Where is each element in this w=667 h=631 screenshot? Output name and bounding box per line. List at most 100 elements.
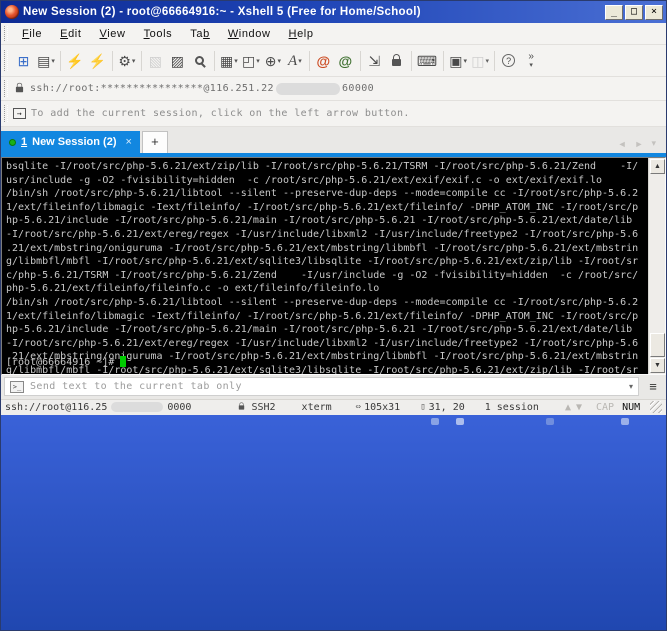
tab-scroll-left-icon: ◄: [617, 138, 627, 149]
toolbar-separator: [308, 50, 310, 71]
terminal-line: hp-5.6.21/include -I/root/src/php-5.6.21…: [6, 324, 633, 336]
tab-scroll-right-icon: ►: [634, 138, 644, 149]
scroll-up-icon[interactable]: ▲: [650, 159, 665, 174]
status-cursor-position: ▯ 31, 20: [420, 402, 465, 413]
menu-item-window[interactable]: Window: [219, 26, 280, 42]
chevron-down-icon: ▾: [256, 57, 260, 65]
chevron-down-icon: ▾: [485, 57, 489, 65]
fullscreen-button[interactable]: ⇲: [364, 49, 386, 73]
chevron-down-icon: ▾: [51, 57, 55, 65]
menu-item-accelerator: b: [203, 27, 210, 40]
tab-navigation: ◄ ► ▾: [618, 138, 666, 153]
terminal-line: /bin/sh /root/src/php-5.6.21/libtool --s…: [6, 296, 639, 308]
tab-new-session[interactable]: 1 New Session (2) ×: [1, 131, 140, 153]
minimize-button[interactable]: _: [605, 4, 623, 20]
taskbar-icon: [621, 417, 629, 425]
open-session-button[interactable]: ▤ ▾: [35, 49, 57, 73]
terminal-line: g/libmbfl/mbfl -I/root/src/php-5.6.21/ex…: [6, 256, 639, 268]
menu-item-tools[interactable]: Tools: [135, 26, 182, 42]
toolbar-separator: [111, 50, 113, 71]
tab-label: New Session (2): [32, 136, 117, 148]
chevron-down-icon: ▾: [529, 61, 533, 69]
toolbar-separator: [60, 50, 61, 71]
close-button[interactable]: ×: [645, 4, 663, 20]
compose-menu-icon[interactable]: ≡: [643, 379, 663, 394]
toolbar-button-icon: ▧: [148, 52, 162, 69]
xshell-logo-icon[interactable]: [5, 5, 19, 19]
help-button[interactable]: ?: [498, 49, 520, 73]
tab-row: 1 New Session (2) × +: [1, 131, 618, 153]
arrow-up-icon: ▲: [564, 401, 571, 413]
toolbar-button-icon: @: [338, 52, 353, 69]
print-button[interactable]: ▦ ▾: [218, 49, 240, 73]
menu-item-edit[interactable]: Edit: [51, 26, 90, 42]
toolbar-separator: [443, 50, 445, 71]
toolbar-button-icon: ▨: [170, 52, 184, 69]
toolbar-button-icon: [391, 54, 401, 66]
menu-item-label: indow: [238, 27, 271, 40]
font-button[interactable]: A ▾: [284, 49, 306, 73]
terminal-line: -I/root/src/php-5.6.21/ext/ereg/regex -I…: [6, 228, 639, 240]
status-bar: ssh://root@116.25 0000 SSH2 xterm ⇔ 105x…: [1, 398, 666, 415]
address-bar[interactable]: ssh://root:****************@116.251.22 6…: [1, 77, 666, 101]
chevron-down-icon: ▾: [234, 57, 238, 65]
menu-item-accelerator: W: [227, 27, 239, 40]
scrollbar-thumb[interactable]: [650, 332, 665, 357]
toolbar-grip: [4, 49, 8, 72]
session-url-prefix: ssh://root:****************@116.251.22: [30, 83, 274, 94]
terminal-scrollbar[interactable]: ▲ ▼: [648, 158, 665, 374]
menu-item-file[interactable]: File: [13, 26, 51, 42]
terminal-line: 1/ext/fileinfo/libmagic -Iext/fileinfo/ …: [6, 310, 639, 322]
xftp-button[interactable]: @: [335, 49, 357, 73]
virtual-keyboard-button[interactable]: ⌨: [415, 49, 440, 73]
toolbar-button-icon: @: [316, 52, 331, 69]
window-resize-grip[interactable]: [650, 401, 662, 413]
menu-item-help[interactable]: Help: [280, 26, 323, 42]
toolbar-button-icon: ⇲: [368, 52, 381, 69]
maximize-button[interactable]: □: [625, 4, 643, 20]
compose-input[interactable]: >_ Send text to the current tab only ▾: [4, 377, 639, 396]
arrow-down-icon: ▼: [575, 401, 582, 413]
new-tab-button[interactable]: +: [141, 131, 168, 153]
lock-icon: [15, 82, 24, 93]
find-button[interactable]: [189, 49, 211, 73]
scroll-down-icon[interactable]: ▼: [650, 357, 665, 373]
menu-item-tab[interactable]: Tab: [181, 26, 219, 42]
terminal-screen[interactable]: bsqlite -I/root/src/php-5.6.21/ext/zip/l…: [2, 158, 648, 374]
caps-lock-indicator: CAP: [596, 401, 615, 413]
menu-item-accelerator: E: [60, 27, 69, 40]
toolbar-grip: [4, 80, 8, 97]
new-session-button[interactable]: ⊞: [13, 49, 35, 73]
status-url-port: 0000: [167, 401, 192, 413]
session-properties-button[interactable]: ⚙ ▾: [116, 49, 138, 73]
compose-placeholder: Send text to the current tab only: [30, 381, 242, 392]
toolbar-overflow-button[interactable]: » ▾: [520, 49, 542, 73]
paste-button[interactable]: ▨: [167, 49, 189, 73]
xshell-window: New Session (2) - root@66664916:~ - Xshe…: [0, 0, 667, 631]
new-tab-folder-button[interactable]: ▣ ▾: [447, 49, 469, 73]
terminal-line: bsqlite -I/root/src/php-5.6.21/ext/zip/l…: [6, 161, 639, 172]
web-browser-button[interactable]: ⊕ ▾: [262, 49, 284, 73]
compose-dropdown-icon[interactable]: ▾: [629, 382, 633, 391]
toolbar-separator: [213, 50, 215, 71]
toolbar-grip: [4, 104, 8, 123]
lock-screen-button[interactable]: [386, 49, 408, 73]
redacted-host: [111, 402, 164, 412]
toolbar-button-icon: ▦: [220, 52, 234, 69]
xshell-button[interactable]: @: [313, 49, 335, 73]
tile-windows-button: ◫ ▾: [469, 49, 491, 73]
new-window-button[interactable]: ◰ ▾: [240, 49, 262, 73]
num-lock-indicator: NUM: [622, 401, 641, 413]
connect-button[interactable]: ⚡: [64, 49, 86, 73]
menu-item-view[interactable]: View: [91, 26, 135, 42]
toolbar-button-icon: [194, 56, 204, 65]
compose-bar: >_ Send text to the current tab only ▾ ≡: [1, 374, 666, 399]
window-title: New Session (2) - root@66664916:~ - Xshe…: [23, 6, 421, 18]
terminal-line: php-5.6.21/ext/fileinfo/fileinfo.c -o ex…: [6, 283, 380, 295]
menu-item-label: ools: [149, 27, 173, 40]
toolbar-button-icon: ◫: [471, 52, 485, 69]
tab-close-icon[interactable]: ×: [125, 136, 131, 148]
tab-list-menu-icon[interactable]: ▾: [651, 138, 656, 149]
menu-item-label: Ta: [190, 27, 204, 40]
title-bar: New Session (2) - root@66664916:~ - Xshe…: [1, 1, 666, 23]
